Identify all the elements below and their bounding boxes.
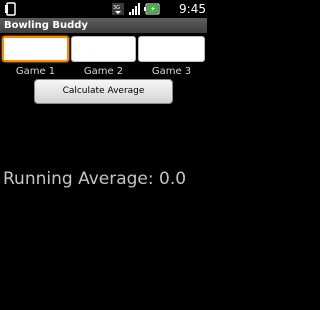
game-3-label: Game 3	[151, 66, 192, 77]
network-icon: 3G	[112, 3, 124, 15]
battery-icon	[144, 3, 160, 15]
app-title: Bowling Buddy	[4, 20, 88, 31]
calculate-average-button[interactable]: Calculate Average	[34, 79, 173, 104]
signal-icon	[129, 3, 140, 15]
game-3-input[interactable]	[138, 36, 205, 62]
game-2-input[interactable]	[71, 36, 136, 62]
running-average-text: Running Average: 0.0	[3, 169, 187, 189]
app-title-bar: Bowling Buddy	[0, 18, 207, 33]
game-1-input[interactable]	[2, 36, 69, 62]
status-clock: 9:45 PM	[179, 2, 206, 32]
status-bar: 3G 9:45 PM	[0, 0, 207, 32]
svg-text:3G: 3G	[113, 5, 120, 11]
notification-icon	[5, 2, 16, 16]
game-1-label: Game 1	[15, 66, 56, 77]
game-2-label: Game 2	[83, 66, 124, 77]
